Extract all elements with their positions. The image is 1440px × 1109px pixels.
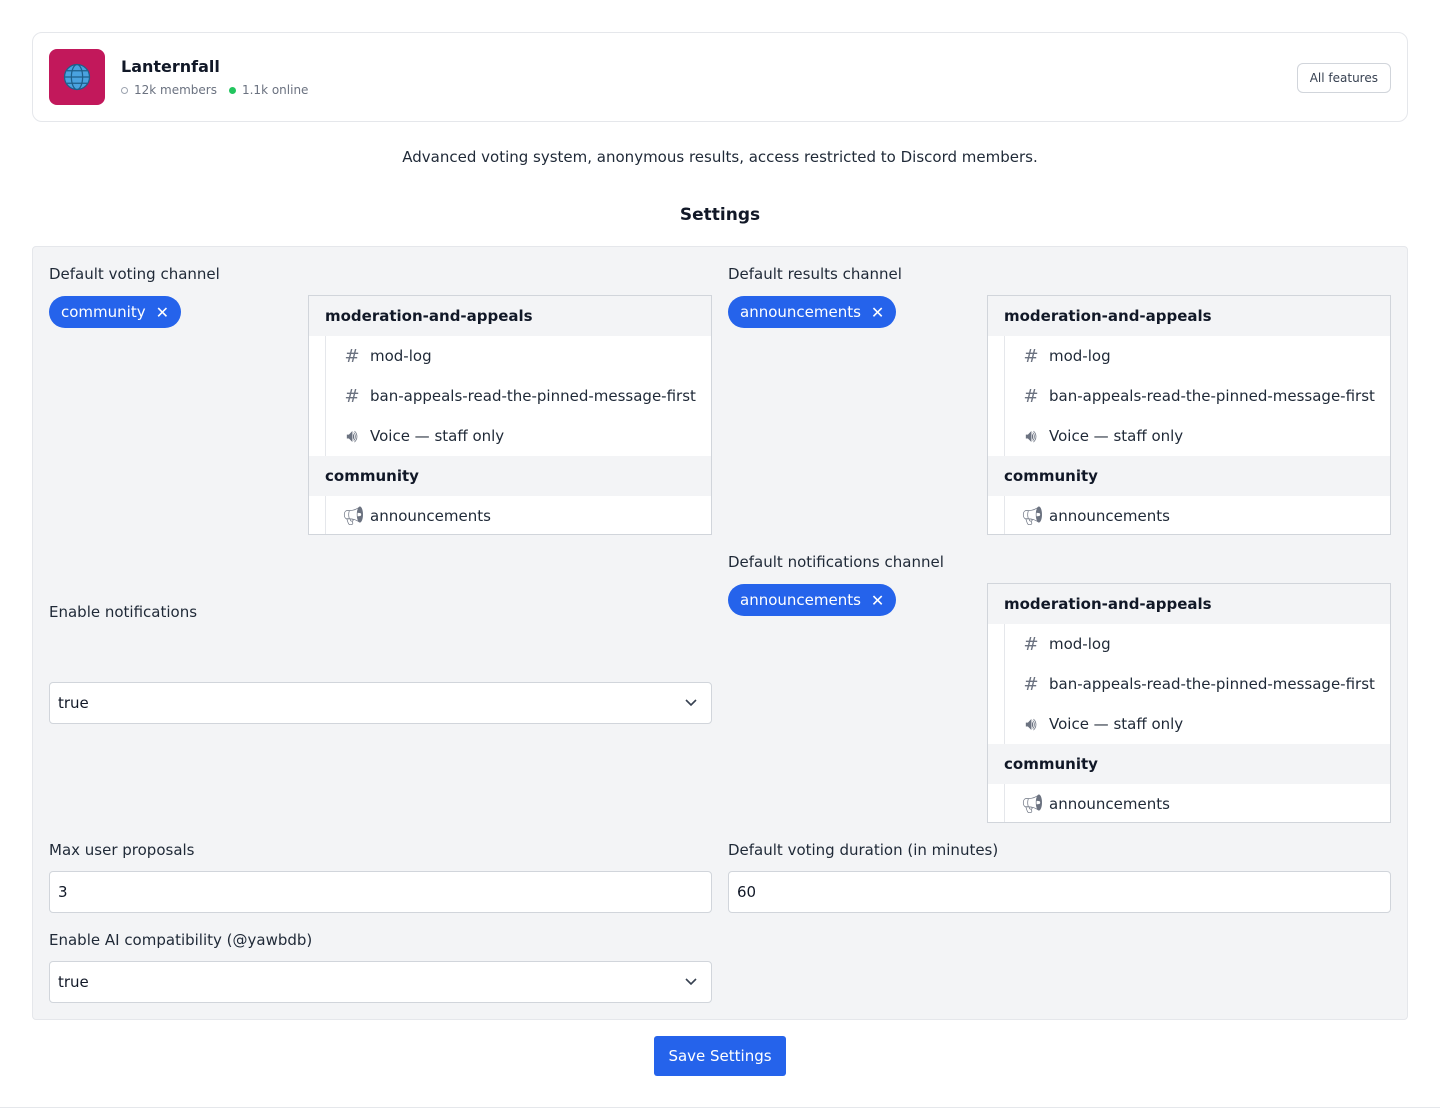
category-header: community [309, 456, 711, 496]
remove-icon[interactable]: ✕ [156, 303, 169, 322]
voting-channel-label: Default voting channel [49, 265, 220, 283]
channel-option-announcements[interactable]: 📢︎ announcements [325, 496, 711, 534]
results-channel-chip-label: announcements [740, 303, 861, 321]
settings-heading: Settings [679, 205, 761, 225]
category-header: community [988, 456, 1390, 496]
channel-option-ban-appeals[interactable]: # ban-appeals-read-the-pinned-message-fir… [1004, 664, 1390, 704]
server-header-card: Lanternfall 12k members 1.1k online All … [32, 32, 1408, 122]
category-header: moderation-and-appeals [988, 584, 1390, 624]
channel-option-voice[interactable]: 🔊︎ Voice — staff only [1004, 704, 1390, 744]
channel-label: announcements [370, 507, 491, 525]
hash-icon: # [1023, 345, 1039, 367]
server-avatar [49, 49, 105, 105]
save-settings-button[interactable]: Save Settings [654, 1036, 786, 1076]
channel-label: mod-log [1049, 635, 1111, 653]
voting-duration-label: Default voting duration (in minutes) [728, 841, 999, 859]
channel-label: ban-appeals-read-the-pinned-message-firs… [370, 387, 696, 405]
channel-option-mod-log[interactable]: # mod-log [1004, 624, 1390, 664]
hash-icon: # [1023, 633, 1039, 655]
speaker-icon: 🔊︎ [1025, 425, 1037, 447]
members-dot-icon [121, 86, 128, 94]
voting-duration-input[interactable]: 60 [728, 871, 1391, 913]
channel-option-announcements[interactable]: 📢︎ announcements [1004, 784, 1390, 822]
chevron-down-icon [685, 683, 697, 738]
channel-option-voice[interactable]: 🔊︎ Voice — staff only [1004, 416, 1390, 456]
megaphone-icon: 📢︎ [342, 505, 365, 527]
results-channel-chip[interactable]: announcements ✕ [728, 296, 897, 328]
server-stats: 12k members 1.1k online [121, 83, 308, 97]
channel-option-ban-appeals[interactable]: # ban-appeals-read-the-pinned-message-fir… [1004, 376, 1390, 416]
channel-label: Voice — staff only [1049, 427, 1184, 445]
channel-label: announcements [1049, 795, 1170, 813]
select-value: true [58, 973, 89, 991]
category-header: moderation-and-appeals [988, 296, 1390, 336]
remove-icon[interactable]: ✕ [871, 591, 884, 610]
hash-icon: # [344, 345, 360, 367]
voting-channel-chip[interactable]: community ✕ [49, 296, 181, 328]
all-features-button[interactable]: All features [1296, 63, 1391, 93]
channel-label: mod-log [1049, 347, 1111, 365]
voting-channel-chip-label: community [61, 303, 146, 321]
ai-compat-select[interactable]: true [49, 961, 712, 1003]
footer-divider [0, 1107, 1440, 1108]
channel-label: ban-appeals-read-the-pinned-message-firs… [1049, 387, 1375, 405]
chevron-down-icon [685, 962, 697, 1017]
hash-icon: # [344, 385, 360, 407]
settings-panel: Default voting channel community ✕ moder… [32, 246, 1408, 1020]
channel-option-mod-log[interactable]: # mod-log [325, 336, 711, 376]
enable-notifications-select[interactable]: true [49, 682, 712, 724]
notifications-channel-chip-label: announcements [740, 591, 861, 609]
notifications-channel-picker: moderation-and-appeals # mod-log # ban-app… [987, 583, 1391, 823]
channel-option-ban-appeals[interactable]: # ban-appeals-read-the-pinned-message-fir… [325, 376, 711, 416]
category-header: community [988, 744, 1390, 784]
speaker-icon: 🔊︎ [346, 425, 358, 447]
ai-compat-label: Enable AI compatibility (@yawbdb) [49, 931, 313, 949]
remove-icon[interactable]: ✕ [871, 303, 884, 322]
results-channel-label: Default results channel [728, 265, 902, 283]
megaphone-icon: 📢︎ [1021, 505, 1044, 527]
channel-label: announcements [1049, 507, 1170, 525]
online-dot-icon [228, 86, 236, 94]
channel-label: ban-appeals-read-the-pinned-message-firs… [1049, 675, 1375, 693]
voting-channel-picker: moderation-and-appeals # mod-log # ban-app… [308, 295, 712, 535]
channel-label: Voice — staff only [370, 427, 505, 445]
server-name: Lanternfall [121, 57, 220, 76]
megaphone-icon: 📢︎ [1021, 793, 1044, 815]
channel-option-announcements[interactable]: 📢︎ announcements [1004, 496, 1390, 534]
max-proposals-label: Max user proposals [49, 841, 195, 859]
results-channel-picker: moderation-and-appeals # mod-log # ban-app… [987, 295, 1391, 535]
enable-notifications-label: Enable notifications [49, 603, 198, 621]
feature-description: Advanced voting system, anonymous result… [402, 148, 1038, 166]
online-count: 1.1k online [241, 83, 309, 97]
speaker-icon: 🔊︎ [1025, 713, 1037, 735]
hash-icon: # [1023, 385, 1039, 407]
member-count: 12k members [134, 83, 217, 97]
notifications-channel-label: Default notifications channel [728, 553, 944, 571]
channel-label: mod-log [370, 347, 432, 365]
globe-icon [63, 63, 91, 91]
category-header: moderation-and-appeals [309, 296, 711, 336]
notifications-channel-chip[interactable]: announcements ✕ [728, 584, 897, 616]
channel-option-voice[interactable]: 🔊︎ Voice — staff only [325, 416, 711, 456]
channel-label: Voice — staff only [1049, 715, 1184, 733]
hash-icon: # [1023, 673, 1039, 695]
max-proposals-input[interactable]: 3 [49, 871, 712, 913]
channel-option-mod-log[interactable]: # mod-log [1004, 336, 1390, 376]
select-value: true [58, 694, 89, 712]
